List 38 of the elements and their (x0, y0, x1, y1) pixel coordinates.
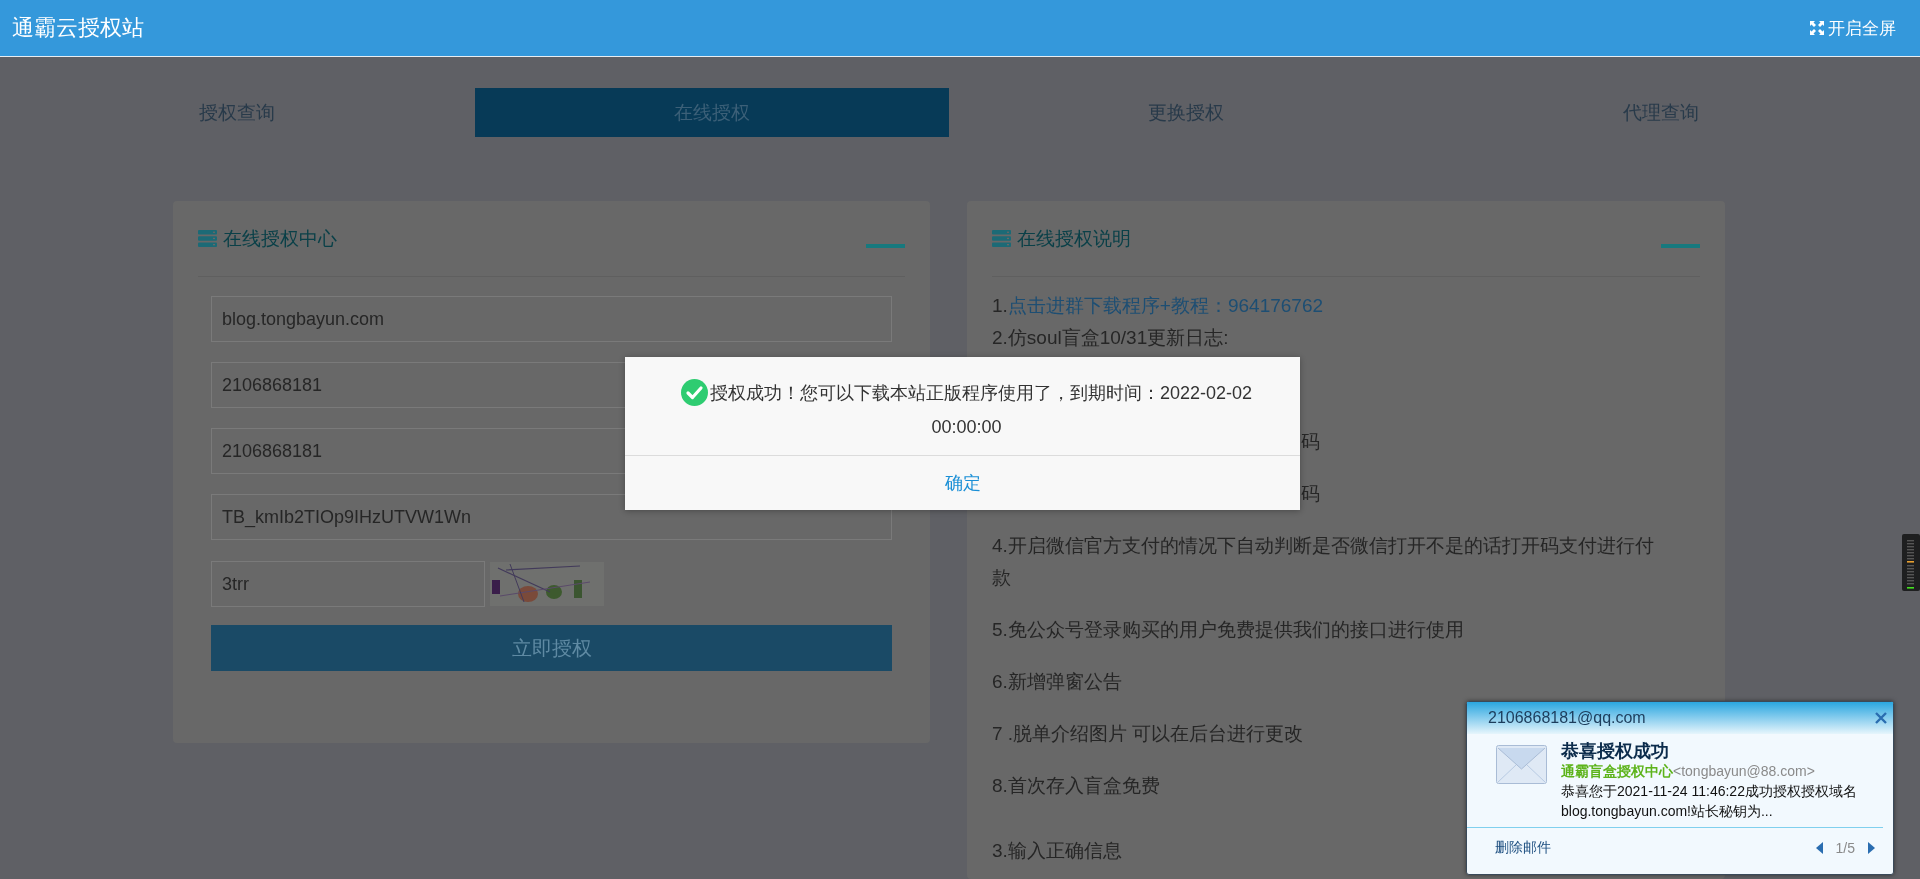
expand-icon (1810, 21, 1824, 35)
site-title: 通霸云授权站 (12, 14, 144, 42)
delete-mail-link[interactable]: 删除邮件 (1495, 839, 1551, 857)
note-text: 码 (1301, 483, 1320, 504)
authorize-button[interactable]: 立即授权 (211, 625, 892, 671)
sender-name: 通霸盲盒授权中心 (1561, 763, 1673, 779)
page-indicator: 1/5 (1835, 840, 1855, 856)
panel-title: 在线授权说明 (1017, 226, 1131, 251)
sender-address: <tongbayun@88.com> (1673, 763, 1815, 779)
panel-title: 在线授权中心 (223, 226, 337, 251)
group-link[interactable]: 点击进群下载程序+教程：964176762 (1007, 295, 1324, 316)
close-icon (1875, 711, 1887, 724)
list-number: 1. (992, 295, 1008, 316)
mail-subject: 恭喜授权成功 (1561, 740, 1670, 762)
level-meter-icon (1902, 534, 1920, 591)
check-icon (680, 379, 708, 406)
note-text: 7 .脱单介绍图片 可以在后台进行更改 (992, 722, 1304, 746)
envelope-icon (1496, 745, 1547, 784)
note-text: 6.新增弹窗公告 (992, 670, 1122, 694)
note-text: 码 (1301, 431, 1320, 452)
mail-preview: 恭喜您于2021-11-24 11:46:22成功授权授权域名blog.tongbayun.com!站长秘钥为... (1561, 782, 1858, 821)
list-icon (198, 230, 217, 247)
mail-account: 2106868181@qq.com (1488, 709, 1646, 727)
captcha-field[interactable]: 3trr (211, 561, 485, 607)
tab[interactable]: 更换授权 (949, 88, 1424, 137)
confirm-button[interactable]: 确定 (934, 467, 991, 499)
input-field[interactable]: blog.tongbayun.com (211, 296, 892, 342)
note-text: 5.免公众号登录购买的用户免费提供我们的接口进行使用 (992, 618, 1464, 642)
note-text: 4.开启微信官方支付的情况下自动判断是否微信打开不是的话打开码支付进行付款 (992, 534, 1655, 590)
left-arrow-icon (1815, 842, 1824, 854)
fullscreen-button[interactable]: 开启全屏 (1810, 16, 1896, 40)
right-arrow-icon (1867, 842, 1875, 854)
next-button[interactable] (1867, 842, 1875, 854)
list-icon (992, 230, 1011, 247)
note-text: 2.仿soul盲盒10/31更新日志: (992, 326, 1230, 350)
section-text: 3.输入正确信息 (992, 839, 1122, 863)
previous-button[interactable] (1815, 842, 1824, 854)
note-text: 8.首次存入盲盒免费 (992, 774, 1160, 798)
